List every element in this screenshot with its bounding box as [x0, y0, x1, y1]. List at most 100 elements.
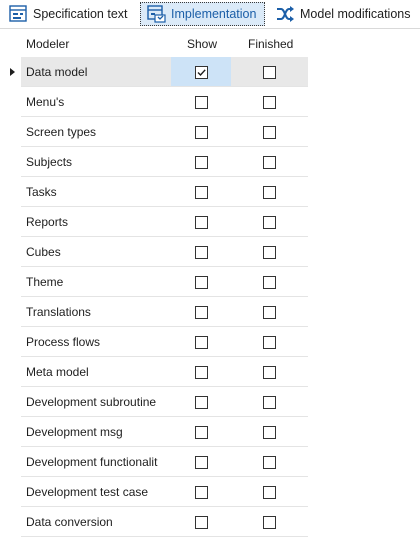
table-row[interactable]: Development msg: [0, 417, 310, 447]
finished-cell: [231, 177, 308, 207]
table-row[interactable]: Menu's: [0, 87, 310, 117]
show-cell: [171, 117, 231, 147]
modeler-name-cell[interactable]: Meta model: [21, 357, 171, 387]
show-checkbox[interactable]: [195, 396, 208, 409]
column-header-modeler[interactable]: Modeler: [26, 37, 69, 51]
table-row[interactable]: Data model: [0, 57, 310, 87]
finished-checkbox[interactable]: [263, 426, 276, 439]
show-checkbox[interactable]: [195, 366, 208, 379]
table-row[interactable]: Screen types: [0, 117, 310, 147]
table-row[interactable]: Development test case: [0, 477, 310, 507]
shuffle-icon: [277, 6, 294, 22]
show-checkbox[interactable]: [195, 456, 208, 469]
show-cell: [171, 237, 231, 267]
finished-cell: [231, 87, 308, 117]
finished-checkbox[interactable]: [263, 396, 276, 409]
modeler-name-cell[interactable]: Development test case: [21, 477, 171, 507]
modeler-name-cell[interactable]: Reports: [21, 207, 171, 237]
table-row[interactable]: Subjects: [0, 147, 310, 177]
modeler-name-cell[interactable]: Screen types: [21, 117, 171, 147]
finished-checkbox[interactable]: [263, 336, 276, 349]
show-cell: [171, 297, 231, 327]
finished-cell: [231, 327, 308, 357]
show-checkbox[interactable]: [195, 426, 208, 439]
table-row[interactable]: Data conversion: [0, 507, 310, 537]
row-divider: [21, 536, 308, 537]
table-row[interactable]: Tasks: [0, 177, 310, 207]
modeler-name-cell[interactable]: Development msg: [21, 417, 171, 447]
finished-cell: [231, 147, 308, 177]
show-checkbox[interactable]: [195, 276, 208, 289]
show-cell: [171, 507, 231, 537]
modeler-name-cell[interactable]: Development functionalit: [21, 447, 171, 477]
tab-model-modifications[interactable]: Model modifications: [275, 2, 415, 26]
modeler-name-cell[interactable]: Translations: [21, 297, 171, 327]
table-row[interactable]: Process flows: [0, 327, 310, 357]
modeler-name-cell[interactable]: Subjects: [21, 147, 171, 177]
table-row[interactable]: Development functionalit: [0, 447, 310, 477]
finished-checkbox[interactable]: [263, 156, 276, 169]
table-row[interactable]: Translations: [0, 297, 310, 327]
modeler-name-cell[interactable]: Theme: [21, 267, 171, 297]
finished-cell: [231, 117, 308, 147]
modeler-name-cell[interactable]: Tasks: [21, 177, 171, 207]
show-cell: [171, 57, 231, 87]
modeler-name-cell[interactable]: Data conversion: [21, 507, 171, 537]
show-checkbox[interactable]: [195, 486, 208, 499]
column-header-show[interactable]: Show: [187, 37, 217, 51]
finished-checkbox[interactable]: [263, 306, 276, 319]
finished-cell: [231, 387, 308, 417]
modeler-name-cell[interactable]: Cubes: [21, 237, 171, 267]
modeler-name-cell[interactable]: Process flows: [21, 327, 171, 357]
show-checkbox[interactable]: [195, 306, 208, 319]
checkmark-icon: [197, 69, 206, 77]
table-row[interactable]: Meta model: [0, 357, 310, 387]
finished-checkbox[interactable]: [263, 456, 276, 469]
column-header-finished[interactable]: Finished: [248, 37, 293, 51]
finished-checkbox[interactable]: [263, 216, 276, 229]
finished-checkbox[interactable]: [263, 246, 276, 259]
finished-checkbox[interactable]: [263, 366, 276, 379]
finished-checkbox[interactable]: [263, 126, 276, 139]
modeler-name-cell[interactable]: Menu's: [21, 87, 171, 117]
show-checkbox[interactable]: [195, 516, 208, 529]
tab-implementation[interactable]: Implementation: [140, 2, 265, 26]
show-checkbox[interactable]: [195, 126, 208, 139]
finished-cell: [231, 207, 308, 237]
show-cell: [171, 87, 231, 117]
show-cell: [171, 177, 231, 207]
table-row[interactable]: Theme: [0, 267, 310, 297]
show-cell: [171, 387, 231, 417]
finished-checkbox[interactable]: [263, 516, 276, 529]
finished-checkbox[interactable]: [263, 96, 276, 109]
show-checkbox[interactable]: [195, 156, 208, 169]
implementation-icon: [147, 5, 166, 23]
table-row[interactable]: Cubes: [0, 237, 310, 267]
table-row[interactable]: Development subroutine: [0, 387, 310, 417]
finished-checkbox[interactable]: [263, 486, 276, 499]
show-cell: [171, 327, 231, 357]
finished-cell: [231, 507, 308, 537]
show-checkbox[interactable]: [195, 336, 208, 349]
finished-cell: [231, 477, 308, 507]
show-checkbox[interactable]: [195, 96, 208, 109]
finished-cell: [231, 357, 308, 387]
show-cell: [171, 357, 231, 387]
show-checkbox[interactable]: [195, 66, 208, 79]
finished-checkbox[interactable]: [263, 66, 276, 79]
finished-cell: [231, 267, 308, 297]
finished-cell: [231, 297, 308, 327]
show-cell: [171, 477, 231, 507]
tab-label: Specification text: [33, 7, 128, 21]
tab-specification-text[interactable]: Specification text: [8, 2, 132, 26]
modeler-name-cell[interactable]: Data model: [21, 57, 171, 87]
show-checkbox[interactable]: [195, 246, 208, 259]
show-checkbox[interactable]: [195, 186, 208, 199]
finished-checkbox[interactable]: [263, 186, 276, 199]
finished-checkbox[interactable]: [263, 276, 276, 289]
show-checkbox[interactable]: [195, 216, 208, 229]
show-cell: [171, 417, 231, 447]
table-row[interactable]: Reports: [0, 207, 310, 237]
modeler-name-cell[interactable]: Development subroutine: [21, 387, 171, 417]
finished-cell: [231, 417, 308, 447]
